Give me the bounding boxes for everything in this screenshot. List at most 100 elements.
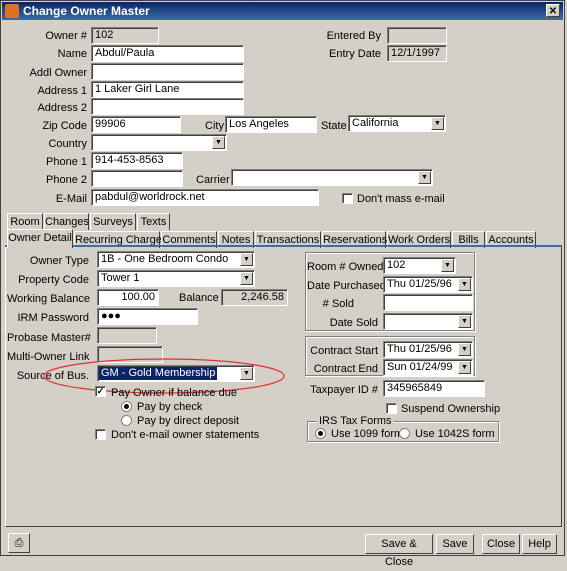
printer-icon: ⎙ [14,537,24,549]
dont-email-statements-label: Don't e-mail owner statements [111,429,260,441]
property-code-label: Property Code [18,274,89,286]
chevron-down-icon[interactable]: ▼ [441,259,454,272]
window-title: Change Owner Master [23,4,150,18]
chevron-down-icon[interactable]: ▼ [240,253,253,266]
chevron-down-icon[interactable]: ▼ [212,136,225,149]
tab-owner-detail[interactable]: Owner Detail [7,229,73,248]
use-1099-form-radio[interactable] [315,428,326,439]
close-window-icon[interactable]: ✕ [546,4,560,17]
chevron-down-icon[interactable]: ▼ [458,278,471,291]
taxpayer-id-label: Taxpayer ID # [310,384,378,396]
balance-label: Balance [179,292,219,304]
tab-surveys[interactable]: Surveys [90,213,136,230]
use-1042s-form-radio[interactable] [399,428,410,439]
owner-type-label: Owner Type [29,255,89,267]
working-balance-field[interactable]: 100.00 [97,289,159,306]
phone2-field[interactable] [91,170,183,187]
entered-by-label: Entered By [326,30,381,42]
chevron-down-icon[interactable]: ▼ [418,171,431,184]
save-button[interactable]: Save [436,534,474,554]
address1-field[interactable]: 1 Laker Girl Lane [91,81,244,98]
country-dropdown[interactable]: ▼ [91,134,227,151]
balance-field: 2,246.58 [221,289,288,306]
carrier-dropdown[interactable]: ▼ [231,169,433,186]
pay-owner-label: Pay Owner if balance due [111,387,237,399]
zip-code-label: Zip Code [42,120,87,132]
zip-code-field[interactable]: 99906 [91,116,181,133]
pay-by-direct-deposit-radio[interactable] [121,415,132,426]
name-field[interactable]: Abdul/Paula [91,45,244,62]
address2-field[interactable] [91,98,244,115]
room-owned-dropdown[interactable]: 102 ▼ [383,257,456,274]
tab-room[interactable]: Room [7,213,43,230]
pay-by-check-radio[interactable] [121,401,132,412]
title-bar: Change Owner Master ✕ [2,2,563,20]
room-owned-label: Room # Owned [307,261,384,273]
entered-by-field [387,27,447,44]
property-code-value: Tower 1 [101,272,140,284]
email-field[interactable]: pabdul@worldrock.net [91,189,319,206]
addl-owner-field[interactable] [91,63,244,80]
chevron-down-icon[interactable]: ▼ [458,361,471,374]
contract-start-label: Contract Start [310,345,378,357]
number-sold-field[interactable] [383,294,473,311]
chevron-down-icon[interactable]: ▼ [458,315,471,328]
contract-end-label: Contract End [313,363,378,375]
name-label: Name [57,48,87,60]
probase-master-field [97,327,157,344]
pay-by-direct-deposit-label: Pay by direct deposit [137,415,240,427]
chevron-down-icon[interactable]: ▼ [458,343,471,356]
irm-password-label: IRM Password [17,312,89,324]
dont-email-statements-checkbox[interactable] [95,429,106,440]
tab-changes[interactable]: Changes [44,213,89,230]
number-sold-label: # Sold [322,298,354,310]
email-label: E-Mail [55,193,87,205]
close-button[interactable]: Close [482,534,520,554]
city-field[interactable]: Los Angeles [225,116,317,133]
suspend-ownership-checkbox[interactable] [386,403,397,414]
property-code-dropdown[interactable]: Tower 1 ▼ [97,270,255,287]
contract-start-dropdown[interactable]: Thu 01/25/96 ▼ [383,341,473,358]
suspend-ownership-label: Suspend Ownership [401,403,501,415]
probase-master-label: Probase Master# [7,332,91,344]
owner-number-label: Owner # [45,30,87,42]
owner-number-field: 102 [91,27,159,44]
app-icon [5,4,19,18]
contract-end-value: Sun 01/24/99 [387,361,453,373]
irs-tax-forms-title: IRS Tax Forms [317,415,394,427]
working-balance-label: Working Balance [7,293,90,305]
owner-type-value: 1B - One Bedroom Condo [101,253,229,265]
state-value: California [352,117,399,129]
print-button[interactable]: ⎙ [8,533,30,553]
owner-type-dropdown[interactable]: 1B - One Bedroom Condo ▼ [97,251,255,268]
phone2-label: Phone 2 [46,174,87,186]
contract-end-dropdown[interactable]: Sun 01/24/99 ▼ [383,359,473,376]
irm-password-field[interactable]: ●●● [97,308,198,325]
phone1-label: Phone 1 [46,156,87,168]
address2-label: Address 2 [37,102,87,114]
change-owner-master-window: Change Owner Master ✕ Owner # 102 Entere… [0,0,565,568]
phone1-field[interactable]: 914-453-8563 [91,152,183,169]
tab-texts[interactable]: Texts [137,213,170,230]
entry-date-label: Entry Date [329,48,381,60]
state-dropdown[interactable]: California ▼ [348,115,446,132]
taxpayer-id-field[interactable]: 345965849 [383,380,485,397]
address1-label: Address 1 [37,85,87,97]
date-purchased-value: Thu 01/25/96 [387,278,452,290]
save-and-close-button[interactable]: Save & Close [365,534,433,568]
country-label: Country [48,138,87,150]
carrier-label: Carrier [196,174,230,186]
help-button[interactable]: Help [522,534,557,554]
pay-owner-checkbox[interactable]: ✓ [95,386,106,397]
chevron-down-icon[interactable]: ▼ [431,117,444,130]
date-purchased-label: Date Purchased [307,280,386,292]
room-owned-value: 102 [387,259,406,271]
chevron-down-icon[interactable]: ▼ [240,272,253,285]
use-1042s-form-label: Use 1042S form [415,428,495,440]
date-sold-dropdown[interactable]: ▼ [383,313,473,330]
dont-mass-email-checkbox[interactable] [342,193,353,204]
use-1099-form-label: Use 1099 form [331,428,404,440]
date-sold-label: Date Sold [329,317,378,329]
state-label: State [321,120,347,132]
date-purchased-dropdown[interactable]: Thu 01/25/96 ▼ [383,276,473,293]
